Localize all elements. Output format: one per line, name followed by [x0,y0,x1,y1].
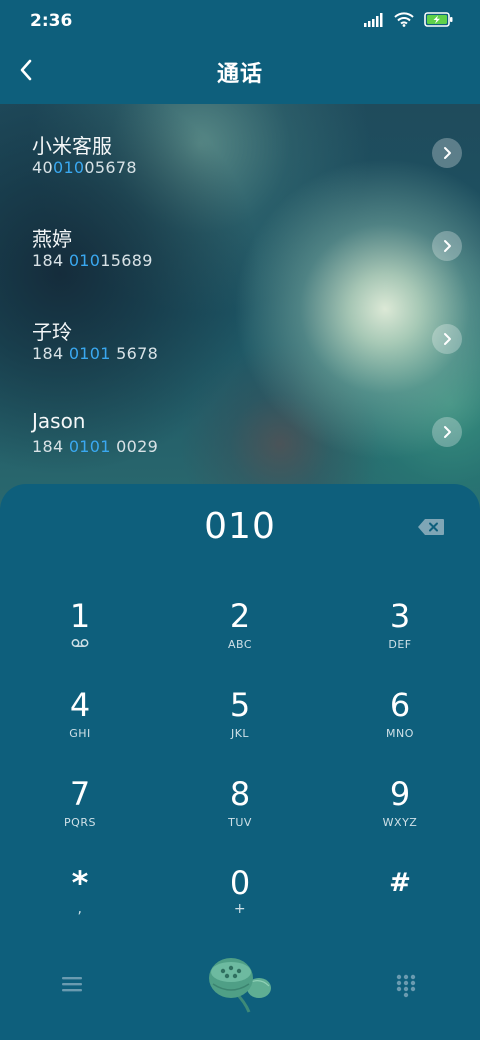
key-9[interactable]: 9 WXYZ [340,776,460,846]
contact-name: 小米客服 [32,134,112,158]
key-digit: 5 [229,686,251,724]
key-4[interactable]: 4 GHI [20,687,140,757]
key-letters: ABC [227,638,253,651]
page-title: 通话 [216,62,263,87]
chevron-right-icon [444,240,451,252]
keypad-icon [396,974,416,998]
list-item[interactable]: 小米客服 4001005678 [0,104,480,197]
key-letters: GHI [69,727,91,740]
contact-name: 燕婷 [32,227,72,251]
header: 通话 [0,40,480,102]
key-digit: 4 [69,686,91,724]
dialer-panel: 010 1 2 ABC 3 DEF 4 GHI 5 JKL 6 MNO 7 PQ… [0,484,480,1040]
key-7[interactable]: 7 PQRS [20,776,140,846]
key-letters: DEF [388,638,412,651]
top-bar: 2:36 通话 [0,0,480,104]
key-star[interactable]: * , [20,865,140,935]
contact-number: 184 01015689 [32,251,153,270]
contact-detail-button[interactable] [432,138,462,168]
key-digit: 3 [389,597,411,635]
backspace-button[interactable] [417,518,445,536]
key-digit: 8 [229,775,251,813]
key-letters: MNO [386,727,414,740]
chevron-right-icon [444,333,451,345]
lotus-call-icon [209,958,271,1013]
key-digit: 1 [69,597,91,635]
key-digit: 0 [229,864,251,902]
menu-icon [62,977,82,992]
keypad-toggle-button[interactable] [396,974,416,1002]
key-5[interactable]: 5 JKL [180,687,300,757]
contact-number: 184 0101 5678 [32,344,159,363]
key-hash[interactable]: # [340,865,460,935]
chevron-right-icon [444,426,451,438]
status-time: 2:36 [30,11,73,31]
call-button[interactable] [205,952,275,1018]
signal-icon [364,12,383,27]
contact-name: Jason [32,409,86,433]
key-digit: 6 [389,686,411,724]
key-digit: * [71,864,89,902]
key-letters: JKL [230,727,250,740]
status-bar: 2:36 [0,0,480,40]
contact-detail-button[interactable] [432,324,462,354]
key-8[interactable]: 8 TUV [180,776,300,846]
contact-detail-button[interactable] [432,417,462,447]
key-digit: 2 [229,597,251,635]
contact-name: 子玲 [32,320,72,344]
key-6[interactable]: 6 MNO [340,687,460,757]
key-2[interactable]: 2 ABC [180,598,300,668]
backspace-icon [418,519,444,535]
list-item[interactable]: 燕婷 184 01015689 [0,197,480,290]
contact-list: 小米客服 4001005678 燕婷 184 01015689 子玲 184 0… [0,104,480,524]
key-digit: # [389,868,411,898]
key-1[interactable]: 1 [20,598,140,668]
key-letters: + [233,901,247,917]
dial-input[interactable]: 010 [0,506,480,547]
key-3[interactable]: 3 DEF [340,598,460,668]
wifi-icon [394,12,414,27]
chevron-right-icon [444,147,451,159]
contact-number: 4001005678 [32,158,137,177]
status-icons [364,12,454,27]
menu-button[interactable] [60,974,84,998]
key-digit: 7 [69,775,91,813]
list-item[interactable]: Jason 184 0101 0029 [0,383,480,476]
battery-charging-icon [424,12,453,27]
key-letters: PQRS [64,816,96,829]
contact-number: 184 0101 0029 [32,437,159,456]
key-letters: TUV [228,816,252,829]
key-letters: WXYZ [382,816,418,829]
key-0[interactable]: 0 + [180,865,300,935]
key-digit: 9 [389,775,411,813]
contact-detail-button[interactable] [432,231,462,261]
key-letters: , [77,901,83,917]
voicemail-icon [20,638,140,651]
list-item[interactable]: 子玲 184 0101 5678 [0,290,480,383]
